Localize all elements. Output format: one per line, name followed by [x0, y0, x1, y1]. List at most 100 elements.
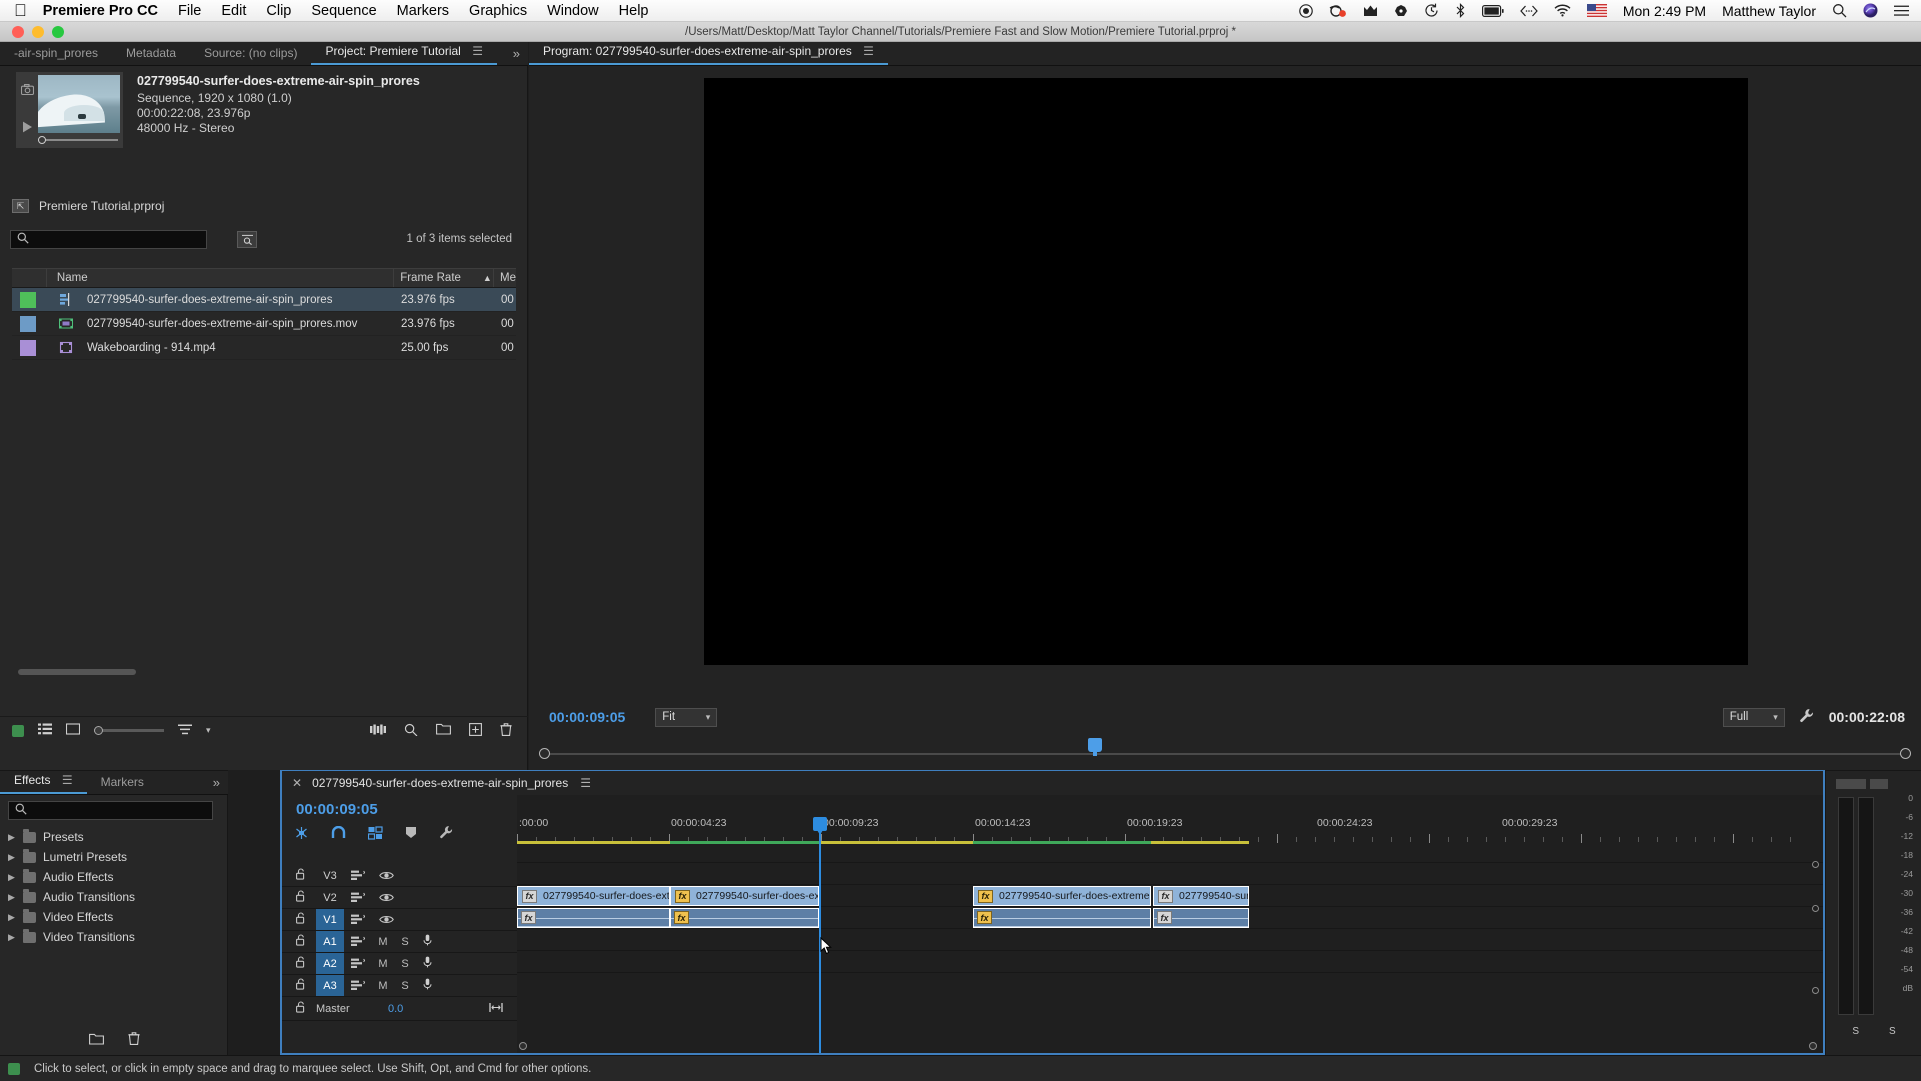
track-name-a1[interactable]: A1	[316, 931, 344, 952]
scrubber-right-handle[interactable]	[1900, 748, 1911, 759]
track-height-handle[interactable]	[1812, 861, 1819, 868]
fx-badge-icon[interactable]: fx	[674, 911, 689, 924]
tab-source[interactable]: Source: (no clips)	[190, 46, 311, 65]
search-icon[interactable]	[1832, 3, 1847, 18]
table-row[interactable]: 027799540-surfer-does-extreme-air-spin_p…	[12, 312, 516, 336]
find-icon[interactable]	[404, 723, 418, 739]
list-icon[interactable]	[1894, 5, 1909, 17]
wifi-icon[interactable]	[1554, 4, 1571, 17]
timeline-ruler[interactable]: :00:00 00:00:04:23 00:00:09:23 00:00:14:…	[517, 817, 1823, 843]
menu-clip[interactable]: Clip	[266, 3, 291, 19]
snap-to-playhead-icon[interactable]	[294, 826, 309, 843]
track-target-icon[interactable]	[344, 980, 372, 991]
fx-badge-icon[interactable]: fx	[978, 889, 993, 903]
audio-clip[interactable]: fx	[1153, 908, 1249, 928]
magnet-snap-icon[interactable]	[331, 825, 346, 843]
lane-a1[interactable]: fx fx fx fx	[517, 907, 1823, 929]
project-root-row[interactable]: ⇱ Premiere Tutorial.prproj	[12, 199, 164, 213]
unlock-icon[interactable]	[282, 890, 316, 905]
track-height-handle[interactable]	[1812, 987, 1819, 994]
meters-toolbar-icon-2[interactable]	[1870, 779, 1888, 789]
mute-button-a3[interactable]: M	[372, 980, 394, 992]
lane-v3[interactable]	[517, 841, 1823, 863]
column-color[interactable]	[12, 269, 47, 287]
new-bin-icon[interactable]	[436, 723, 451, 738]
chevron-right-icon[interactable]: ▶	[8, 872, 16, 883]
meter-solo-right[interactable]: S	[1889, 1026, 1896, 1037]
fx-badge-icon[interactable]: fx	[1157, 911, 1172, 924]
chevron-right-icon[interactable]: ▶	[8, 932, 16, 943]
malwarebytes-icon[interactable]	[1363, 4, 1378, 18]
sort-icon[interactable]	[178, 724, 192, 738]
tab-markers[interactable]: Markers	[87, 775, 158, 794]
sort-ascending-icon[interactable]: ▲	[483, 273, 492, 283]
track-name-v1[interactable]: V1	[316, 909, 344, 930]
delete-icon[interactable]	[127, 1032, 140, 1048]
track-target-icon[interactable]	[344, 914, 372, 925]
table-row[interactable]: 027799540-surfer-does-extreme-air-spin_p…	[12, 288, 516, 312]
timeline-current-timecode[interactable]: 00:00:09:05	[296, 801, 378, 818]
hamburger-icon[interactable]: ☰	[472, 44, 483, 58]
tab-timeline-label[interactable]: 027799540-surfer-does-extreme-air-spin_p…	[312, 776, 568, 790]
audio-clip[interactable]: fx	[517, 908, 670, 928]
eye-icon[interactable]	[372, 870, 400, 881]
hamburger-icon[interactable]: ☰	[580, 776, 591, 790]
close-icon[interactable]: ✕	[292, 776, 302, 790]
zoom-slider[interactable]	[94, 726, 164, 735]
row-name-cell[interactable]: 027799540-surfer-does-extreme-air-spin_p…	[47, 318, 395, 330]
us-flag-icon[interactable]	[1586, 4, 1607, 17]
solo-button-a1[interactable]: S	[394, 936, 416, 948]
timeline-tracks-area[interactable]: :00:00 00:00:04:23 00:00:09:23 00:00:14:…	[517, 795, 1823, 1053]
time-machine-icon[interactable]	[1424, 3, 1439, 18]
screen-record-icon[interactable]	[1299, 3, 1313, 18]
delete-icon[interactable]	[500, 722, 512, 739]
menu-window[interactable]: Window	[547, 3, 599, 19]
tree-item-lumetri-presets[interactable]: ▶ Lumetri Presets	[0, 847, 228, 867]
column-frame-rate[interactable]: Frame Rate ▲	[394, 269, 494, 287]
eye-icon[interactable]	[372, 914, 400, 925]
unlock-icon[interactable]	[282, 1001, 316, 1016]
tree-item-video-effects[interactable]: ▶ Video Effects	[0, 907, 228, 927]
track-name-a2[interactable]: A2	[316, 953, 344, 974]
track-target-icon[interactable]	[344, 870, 372, 881]
eye-icon[interactable]	[372, 892, 400, 903]
preview-thumbnail[interactable]	[16, 72, 123, 148]
new-item-icon[interactable]	[469, 722, 482, 739]
unlock-icon[interactable]	[282, 868, 316, 883]
solo-button-a3[interactable]: S	[394, 980, 416, 992]
video-clip[interactable]: fx 027799540-surfer-does-extreme-air-s	[517, 886, 670, 906]
track-target-icon[interactable]	[344, 892, 372, 903]
new-bin-list-icon[interactable]	[12, 724, 24, 737]
backblaze-icon[interactable]	[1329, 4, 1347, 18]
hamburger-icon[interactable]: ☰	[863, 44, 874, 58]
menu-sequence[interactable]: Sequence	[311, 3, 376, 19]
track-header-v2[interactable]: V2	[282, 887, 517, 909]
menu-file[interactable]: File	[178, 3, 201, 19]
lane-a2[interactable]	[517, 929, 1823, 951]
zoom-level-dropdown[interactable]: Fit ▾	[655, 707, 718, 727]
chevron-right-icon[interactable]: ▶	[8, 892, 16, 903]
row-name-cell[interactable]: 027799540-surfer-does-extreme-air-spin_p…	[47, 293, 395, 306]
scrollbar-right-handle[interactable]	[1809, 1042, 1817, 1050]
lane-v1[interactable]: fx 027799540-surfer-does-extreme-air-s f…	[517, 885, 1823, 907]
timeline-playhead[interactable]	[813, 817, 827, 1053]
lane-a3[interactable]	[517, 951, 1823, 973]
parent-folder-icon[interactable]: ⇱	[12, 199, 29, 213]
audio-clip[interactable]: fx	[670, 908, 819, 928]
tab-project[interactable]: Project: Premiere Tutorial ☰	[311, 44, 497, 65]
table-row[interactable]: Wakeboarding - 914.mp4 25.00 fps 00	[12, 336, 516, 360]
track-header-master[interactable]: Master 0.0	[282, 997, 517, 1021]
scrollbar-left-handle[interactable]	[519, 1042, 527, 1050]
freeform-icon[interactable]	[370, 724, 386, 738]
solo-button-a2[interactable]: S	[394, 958, 416, 970]
menu-graphics[interactable]: Graphics	[469, 3, 527, 19]
lane-v2[interactable]	[517, 863, 1823, 885]
fx-badge-icon[interactable]: fx	[675, 889, 690, 903]
search-input[interactable]	[34, 233, 194, 245]
scrubber-left-handle[interactable]	[539, 748, 550, 759]
linked-selection-icon[interactable]	[367, 825, 383, 843]
track-name-v2[interactable]: V2	[316, 887, 344, 908]
menu-bar-clock[interactable]: Mon 2:49 PM	[1623, 3, 1706, 19]
chevron-right-icon[interactable]: ▶	[8, 912, 16, 923]
video-clip[interactable]: fx 027799540-surfer-does-extreme-air-	[670, 886, 819, 906]
